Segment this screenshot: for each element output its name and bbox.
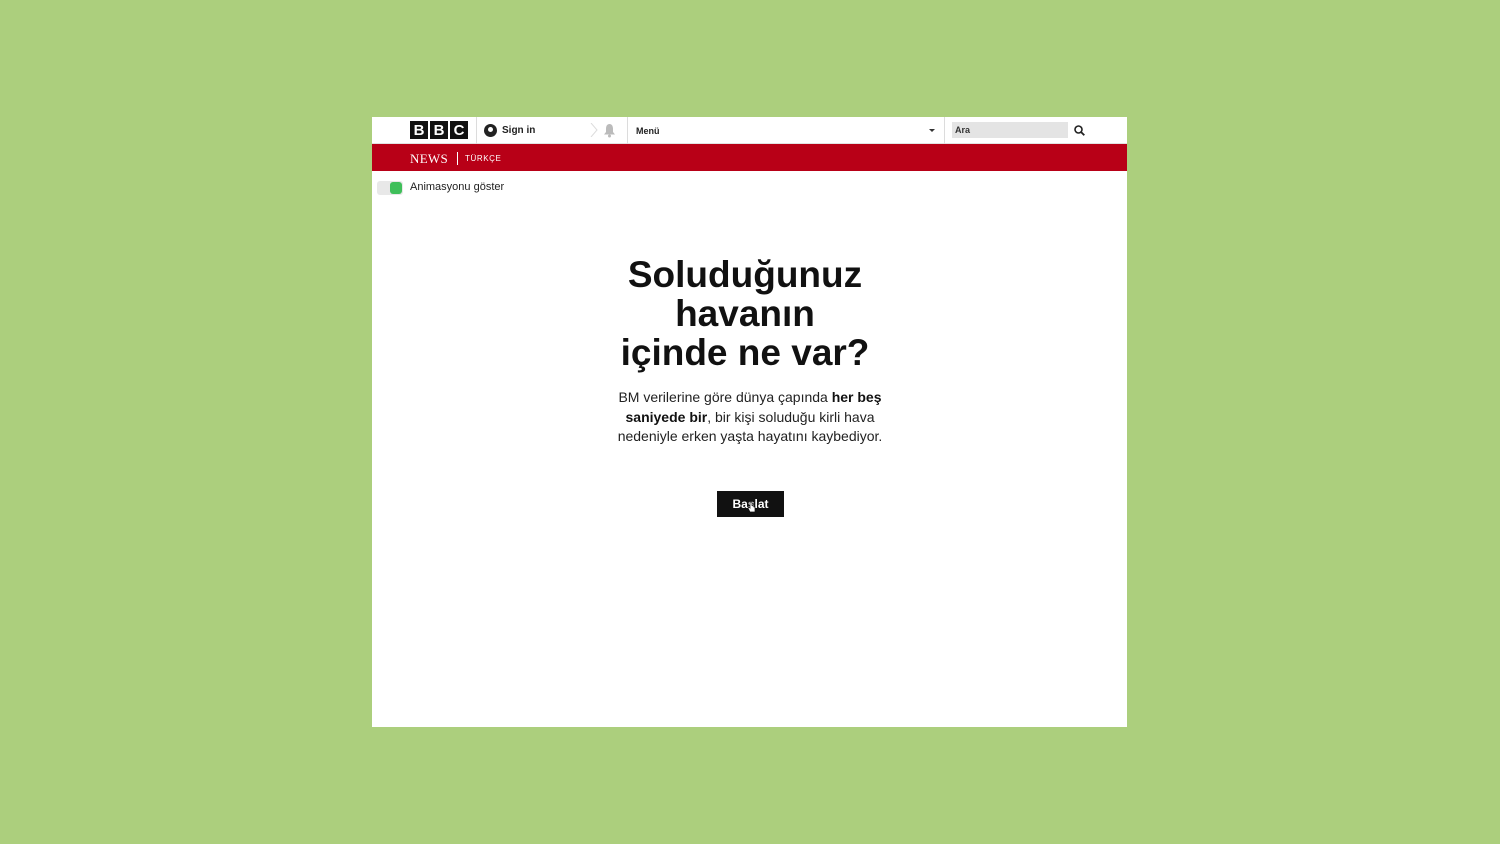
toggle-knob xyxy=(390,182,402,194)
section-turkce-link[interactable]: TÜRKÇE xyxy=(465,154,502,163)
sign-in-link[interactable]: Sign in xyxy=(484,117,535,144)
news-link[interactable]: NEWS xyxy=(410,151,448,167)
start-button[interactable]: Başlat xyxy=(717,491,784,517)
sign-in-label: Sign in xyxy=(502,125,536,136)
bbc-logo-letter: B xyxy=(430,121,448,139)
page-frame: B B C Sign in Menü NEWS xyxy=(372,117,1127,727)
bbc-logo[interactable]: B B C xyxy=(410,121,468,140)
menu-dropdown[interactable]: Menü xyxy=(636,117,938,144)
title-line: içinde ne var? xyxy=(620,332,870,373)
divider xyxy=(944,117,945,144)
animation-toggle-label: Animasyonu göster xyxy=(410,181,505,193)
desc-text: BM verilerine göre dünya çapında xyxy=(618,389,832,405)
title-line: havanın xyxy=(675,293,815,334)
search-icon xyxy=(1073,124,1085,136)
top-navigation-bar: B B C Sign in Menü xyxy=(372,117,1127,144)
search-input[interactable] xyxy=(952,122,1068,138)
bbc-logo-letter: C xyxy=(450,121,468,139)
search-button[interactable] xyxy=(1070,122,1088,138)
user-icon xyxy=(484,124,497,137)
chevron-right-icon xyxy=(590,123,598,137)
page-title: Soluduğunuz havanın içinde ne var? xyxy=(572,255,918,372)
divider xyxy=(476,117,477,144)
intro-description: BM verilerine göre dünya çapında her beş… xyxy=(612,388,888,447)
title-line: Soluduğunuz xyxy=(627,254,863,295)
divider xyxy=(457,152,458,165)
bbc-logo-letter: B xyxy=(410,121,428,139)
animation-toggle[interactable] xyxy=(377,181,403,195)
divider xyxy=(627,117,628,144)
news-section-bar: NEWS TÜRKÇE xyxy=(372,144,1127,171)
chevron-down-icon xyxy=(929,129,935,132)
bell-icon[interactable] xyxy=(603,123,616,138)
menu-label: Menü xyxy=(636,125,660,136)
